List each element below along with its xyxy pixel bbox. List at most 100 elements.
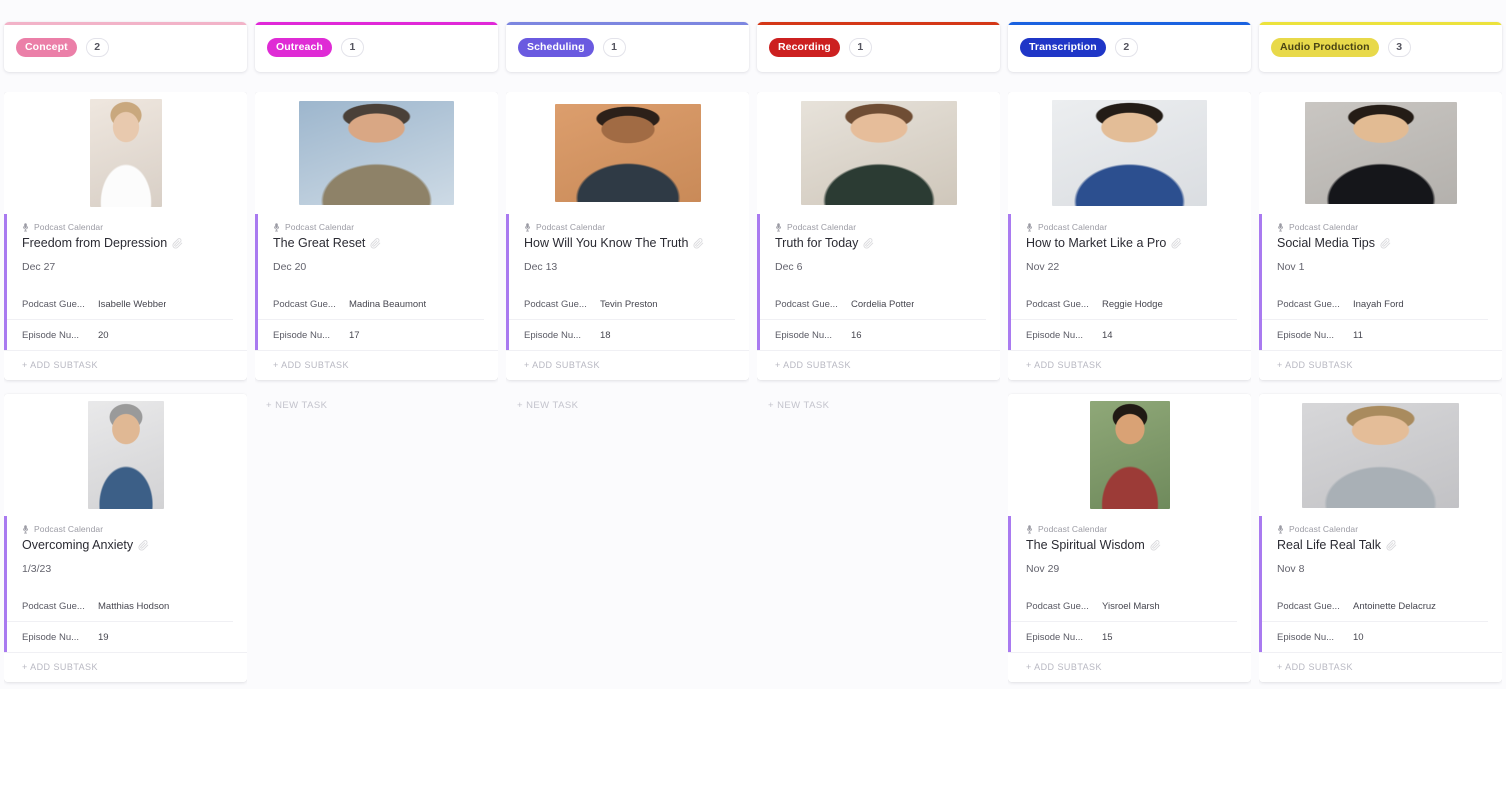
add-subtask-button[interactable]: + ADD SUBTASK xyxy=(1259,350,1502,380)
card-body: Podcast Calendar The Great Reset Dec 20 Pod… xyxy=(255,214,498,350)
card-due-date[interactable]: Dec 27 xyxy=(22,261,233,273)
paperclip-icon[interactable] xyxy=(138,539,149,551)
task-card[interactable]: Podcast Calendar Truth for Today Dec 6 Podc… xyxy=(757,92,1000,380)
card-title-text: How Will You Know The Truth xyxy=(524,236,689,250)
card-title[interactable]: The Spiritual Wisdom xyxy=(1026,537,1237,553)
kanban-board-app: Concept 2 Podcast Calendar Freedom from Dep… xyxy=(0,0,1506,800)
card-accent-bar xyxy=(1259,214,1262,350)
status-badge-concept[interactable]: Concept xyxy=(16,37,77,57)
column-header-recording[interactable]: Recording 1 xyxy=(757,22,1000,72)
paperclip-icon[interactable] xyxy=(693,237,704,249)
column-cards-recording: Podcast Calendar Truth for Today Dec 6 Podc… xyxy=(757,92,1000,688)
board-column-concept: Concept 2 Podcast Calendar Freedom from Dep… xyxy=(0,0,251,689)
task-card[interactable]: Podcast Calendar How to Market Like a Pro… xyxy=(1008,92,1251,380)
card-due-date[interactable]: Nov 8 xyxy=(1277,563,1488,575)
column-header-scheduling[interactable]: Scheduling 1 xyxy=(506,22,749,72)
status-badge-transcription[interactable]: Transcription xyxy=(1020,37,1106,57)
card-list-label: Podcast Calendar xyxy=(787,222,857,232)
field-label-episode: Episode Nu... xyxy=(775,329,833,341)
card-field-episode[interactable]: Episode Nu... 10 xyxy=(1259,621,1488,652)
task-count-audio-production: 3 xyxy=(1387,37,1411,57)
card-content: Podcast Calendar The Great Reset Dec 20 Pod… xyxy=(255,222,498,350)
status-badge-outreach[interactable]: Outreach xyxy=(267,37,332,57)
card-title[interactable]: The Great Reset xyxy=(273,235,484,251)
card-field-guest[interactable]: Podcast Gue... Antoinette Delacruz xyxy=(1259,591,1488,621)
status-badge-scheduling[interactable]: Scheduling xyxy=(518,37,594,57)
column-header-concept[interactable]: Concept 2 xyxy=(4,22,247,72)
paperclip-icon[interactable] xyxy=(863,237,874,249)
card-title[interactable]: Real Life Real Talk xyxy=(1277,537,1488,553)
field-label-episode: Episode Nu... xyxy=(273,329,331,341)
card-field-guest[interactable]: Podcast Gue... Madina Beaumont xyxy=(255,289,484,319)
task-card[interactable]: Podcast Calendar How Will You Know The Tr… xyxy=(506,92,749,380)
card-due-date[interactable]: Nov 22 xyxy=(1026,261,1237,273)
field-label-guest: Podcast Gue... xyxy=(1277,600,1340,612)
add-subtask-button[interactable]: + ADD SUBTASK xyxy=(1008,652,1251,682)
card-title[interactable]: How Will You Know The Truth xyxy=(524,235,735,251)
task-card[interactable]: Podcast Calendar Freedom from Depression D… xyxy=(4,92,247,380)
card-due-date[interactable]: Nov 29 xyxy=(1026,563,1237,575)
card-cover-image xyxy=(757,92,1000,214)
card-field-guest[interactable]: Podcast Gue... Isabelle Webber xyxy=(4,289,233,319)
new-task-button-recording[interactable]: + NEW TASK xyxy=(757,394,1000,411)
card-field-guest[interactable]: Podcast Gue... Inayah Ford xyxy=(1259,289,1488,319)
paperclip-icon[interactable] xyxy=(1380,237,1391,249)
add-subtask-button[interactable]: + ADD SUBTASK xyxy=(4,652,247,682)
column-header-outreach[interactable]: Outreach 1 xyxy=(255,22,498,72)
status-badge-audio-production[interactable]: Audio Production xyxy=(1271,37,1379,57)
card-due-date[interactable]: Dec 6 xyxy=(775,261,986,273)
card-field-episode[interactable]: Episode Nu... 16 xyxy=(757,319,986,350)
board-viewport[interactable]: Concept 2 Podcast Calendar Freedom from Dep… xyxy=(0,0,1506,689)
task-card[interactable]: Podcast Calendar The Spiritual Wisdom Nov … xyxy=(1008,394,1251,682)
status-badge-recording[interactable]: Recording xyxy=(769,37,840,57)
card-list-label: Podcast Calendar xyxy=(536,222,606,232)
card-title[interactable]: Social Media Tips xyxy=(1277,235,1488,251)
column-header-audio-production[interactable]: Audio Production 3 xyxy=(1259,22,1502,72)
card-title[interactable]: Overcoming Anxiety xyxy=(22,537,233,553)
card-field-episode[interactable]: Episode Nu... 14 xyxy=(1008,319,1237,350)
task-card[interactable]: Podcast Calendar Overcoming Anxiety 1/3/23… xyxy=(4,394,247,682)
card-title[interactable]: Freedom from Depression xyxy=(22,235,233,251)
paperclip-icon[interactable] xyxy=(1386,539,1397,551)
add-subtask-button[interactable]: + ADD SUBTASK xyxy=(1008,350,1251,380)
add-subtask-button[interactable]: + ADD SUBTASK xyxy=(506,350,749,380)
field-value-episode: 16 xyxy=(851,329,862,341)
paperclip-icon[interactable] xyxy=(1150,539,1161,551)
card-field-episode[interactable]: Episode Nu... 15 xyxy=(1008,621,1237,652)
card-due-date[interactable]: Nov 1 xyxy=(1277,261,1488,273)
task-count-concept: 2 xyxy=(85,37,109,57)
task-card[interactable]: Podcast Calendar Social Media Tips Nov 1 Po… xyxy=(1259,92,1502,380)
paperclip-icon[interactable] xyxy=(370,237,381,249)
add-subtask-button[interactable]: + ADD SUBTASK xyxy=(255,350,498,380)
card-field-episode[interactable]: Episode Nu... 19 xyxy=(4,621,233,652)
task-card[interactable]: Podcast Calendar The Great Reset Dec 20 Pod… xyxy=(255,92,498,380)
card-field-guest[interactable]: Podcast Gue... Matthias Hodson xyxy=(4,591,233,621)
new-task-button-outreach[interactable]: + NEW TASK xyxy=(255,394,498,411)
field-label-episode: Episode Nu... xyxy=(524,329,582,341)
card-field-episode[interactable]: Episode Nu... 20 xyxy=(4,319,233,350)
new-task-button-scheduling[interactable]: + NEW TASK xyxy=(506,394,749,411)
add-subtask-button[interactable]: + ADD SUBTASK xyxy=(4,350,247,380)
card-due-date[interactable]: Dec 20 xyxy=(273,261,484,273)
field-value-guest: Isabelle Webber xyxy=(98,298,167,310)
card-due-date[interactable]: 1/3/23 xyxy=(22,563,233,575)
paperclip-icon[interactable] xyxy=(172,237,183,249)
card-field-episode[interactable]: Episode Nu... 11 xyxy=(1259,319,1488,350)
card-field-guest[interactable]: Podcast Gue... Cordelia Potter xyxy=(757,289,986,319)
card-field-guest[interactable]: Podcast Gue... Tevin Preston xyxy=(506,289,735,319)
task-card[interactable]: Podcast Calendar Real Life Real Talk Nov 8… xyxy=(1259,394,1502,682)
card-field-episode[interactable]: Episode Nu... 17 xyxy=(255,319,484,350)
card-title[interactable]: Truth for Today xyxy=(775,235,986,251)
task-count-transcription: 2 xyxy=(1114,37,1138,57)
card-cover-image xyxy=(1008,394,1251,516)
card-field-guest[interactable]: Podcast Gue... Reggie Hodge xyxy=(1008,289,1237,319)
add-subtask-button[interactable]: + ADD SUBTASK xyxy=(1259,652,1502,682)
add-subtask-button[interactable]: + ADD SUBTASK xyxy=(757,350,1000,380)
card-field-episode[interactable]: Episode Nu... 18 xyxy=(506,319,735,350)
card-due-date[interactable]: Dec 13 xyxy=(524,261,735,273)
paperclip-icon[interactable] xyxy=(1171,237,1182,249)
card-title[interactable]: How to Market Like a Pro xyxy=(1026,235,1237,251)
column-header-transcription[interactable]: Transcription 2 xyxy=(1008,22,1251,72)
board-column-recording: Recording 1 Podcast Calendar Truth for Toda… xyxy=(753,0,1004,689)
card-field-guest[interactable]: Podcast Gue... Yisroel Marsh xyxy=(1008,591,1237,621)
